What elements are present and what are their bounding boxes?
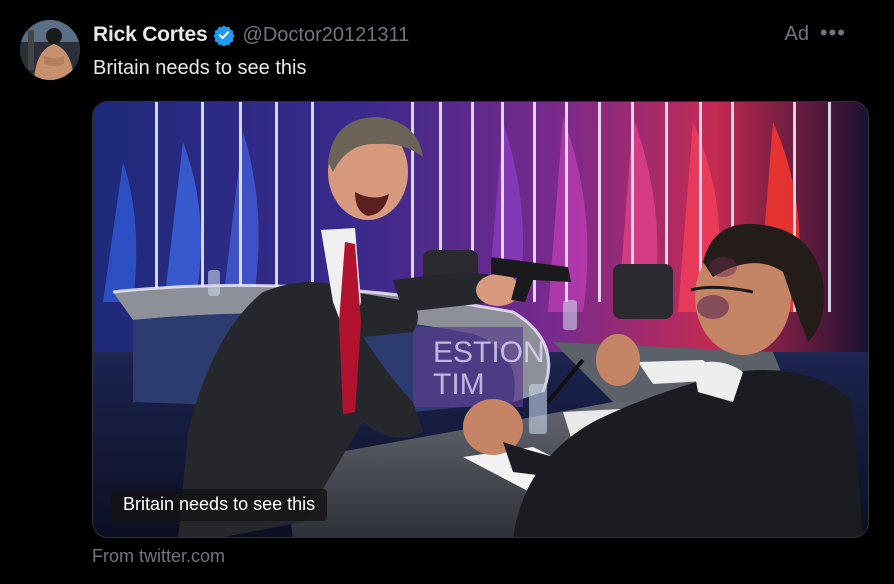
post-media[interactable]: ESTION TIM: [92, 101, 869, 538]
source-link[interactable]: From twitter.com: [92, 546, 225, 567]
author-avatar[interactable]: [20, 20, 80, 80]
post-header: Rick Cortes @Doctor20121311 Ad •••: [93, 20, 874, 48]
media-image: ESTION TIM: [93, 102, 868, 537]
media-caption: Britain needs to see this: [111, 489, 328, 521]
verified-badge-icon: [212, 24, 235, 46]
post-text: Britain needs to see this: [93, 57, 307, 79]
svg-text:TIM: TIM: [433, 368, 485, 401]
studio-sign: ESTION: [433, 336, 545, 369]
ad-label: Ad: [784, 23, 809, 45]
avatar-image: [20, 20, 80, 80]
more-horizontal-icon[interactable]: •••: [820, 20, 846, 46]
author-handle[interactable]: @Doctor20121311: [243, 24, 410, 47]
author-display-name[interactable]: Rick Cortes: [93, 23, 208, 47]
